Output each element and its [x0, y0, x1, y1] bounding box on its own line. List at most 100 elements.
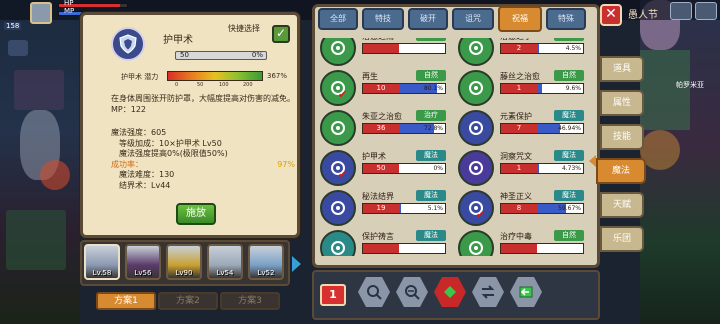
- search-button[interactable]: [358, 276, 390, 308]
- plan-tab-2[interactable]: 方案2: [158, 292, 218, 310]
- skill-name: 藤丝之治愈: [500, 72, 540, 81]
- skill-type-badge: 治疗: [416, 110, 446, 121]
- category-tab[interactable]: 特殊: [546, 8, 586, 30]
- skill-level-number: 50: [180, 51, 189, 59]
- category-tab[interactable]: 诅咒: [452, 8, 494, 30]
- skill-type-badge: 自然: [416, 70, 446, 81]
- skill-name: 秘法结界: [362, 192, 394, 201]
- skill-progress: 7 46.94%: [500, 123, 584, 134]
- skill-progress: 8 59.67%: [500, 203, 584, 214]
- skill-item[interactable]: ✔ 神圣正义 魔法 8 59.67%: [458, 190, 590, 232]
- skill-progress-fill: [537, 44, 540, 53]
- skill-type-badge: 魔法: [416, 230, 446, 241]
- player-avatar[interactable]: [30, 2, 52, 24]
- skill-percent: 0%: [433, 165, 443, 172]
- pinned-check-icon: ✔: [476, 208, 486, 221]
- skill-icon: [458, 110, 494, 146]
- sort-button[interactable]: 1: [320, 284, 346, 306]
- quick-select-checkbox[interactable]: ✓: [272, 25, 290, 43]
- skill-item[interactable]: 治愈之雨 治疗: [320, 38, 452, 72]
- skill-title: 护甲术: [163, 35, 193, 46]
- side-tab[interactable]: 天赋: [600, 192, 644, 218]
- party-member-level: Lv52: [257, 269, 275, 277]
- skill-item[interactable]: ✔ 再生 自然 10 80.1%: [320, 70, 452, 112]
- skill-percent: 9.6%: [565, 85, 581, 92]
- skill-icon: [320, 190, 356, 226]
- skill-icon: [458, 150, 494, 186]
- skill-item[interactable]: 治疗中毒 自然: [458, 230, 590, 256]
- skill-percent: 59.67%: [558, 205, 581, 212]
- skill-type-badge: 魔法: [554, 150, 584, 161]
- skill-name: 治疗中毒: [500, 232, 532, 241]
- category-tab[interactable]: 破开: [408, 8, 448, 30]
- filter-button[interactable]: [396, 276, 428, 308]
- skill-grid[interactable]: 治愈之雨治疗治愈之手治疗24.5%✔再生自然1080.1%藤丝之治愈自然19.6…: [320, 38, 594, 256]
- back-button[interactable]: [510, 276, 542, 308]
- settings-button[interactable]: [695, 2, 717, 20]
- swap-icon: [472, 276, 504, 308]
- skill-level: 50: [363, 164, 399, 173]
- skill-percent: 80.1%: [423, 85, 443, 92]
- party-member-slot[interactable]: Lv56: [125, 244, 161, 280]
- search-filter-icon: [396, 276, 428, 308]
- close-button[interactable]: ✕: [600, 4, 622, 26]
- search-magnifier-icon: [358, 276, 390, 308]
- success-rate-value: 97%: [277, 159, 295, 169]
- category-tab[interactable]: 全部: [318, 8, 358, 30]
- skill-type-badge: 魔法: [554, 110, 584, 121]
- potential-gauge: [167, 71, 263, 81]
- side-tab[interactable]: 魔法: [596, 158, 646, 184]
- skill-progress: [500, 243, 584, 254]
- skill-item[interactable]: 保护祷言 魔法: [320, 230, 452, 256]
- party-member-level: Lv90: [175, 269, 193, 277]
- shield-icon: [119, 34, 137, 54]
- skill-item[interactable]: 藤丝之治愈 自然 1 9.6%: [458, 70, 590, 112]
- skill-percent: 46.94%: [558, 125, 581, 132]
- gem-button[interactable]: [434, 276, 466, 308]
- menu-button[interactable]: [670, 2, 692, 20]
- armor-spell-icon: [111, 27, 145, 61]
- map-location-label: 帕罗米亚: [676, 81, 704, 89]
- party-next-arrow-icon[interactable]: [292, 256, 301, 272]
- active-side-arrow-icon: [589, 155, 596, 167]
- skill-progress-fill: [537, 124, 560, 133]
- cast-button[interactable]: 施放: [176, 203, 216, 225]
- plan-tab-1[interactable]: 方案1: [96, 292, 156, 310]
- stat-difficulty: 魔法难度：130: [119, 170, 175, 179]
- skill-item[interactable]: ✔ 护甲术 魔法 50 0%: [320, 150, 452, 192]
- skill-progress-fill: [537, 164, 540, 173]
- side-tab[interactable]: 属性: [600, 90, 644, 116]
- skill-progress: 19 5.1%: [362, 203, 446, 214]
- skill-name: 保护祷言: [362, 232, 394, 241]
- skill-icon: [320, 38, 356, 66]
- plan-tab-3[interactable]: 方案3: [220, 292, 280, 310]
- category-tab[interactable]: 祝福: [498, 6, 542, 32]
- skill-name: 洞察咒文: [500, 152, 532, 161]
- category-tab[interactable]: 特技: [362, 8, 404, 30]
- skill-item[interactable]: 元素保护 魔法 7 46.94%: [458, 110, 590, 152]
- party-member-slot[interactable]: Lv54: [207, 244, 243, 280]
- swap-button[interactable]: [472, 276, 504, 308]
- party-member-level: Lv.58: [92, 269, 112, 277]
- mp-label: MP: [64, 7, 75, 15]
- gem-icon: [434, 276, 466, 308]
- skill-level: 36: [363, 124, 399, 133]
- hud-counter: 158: [4, 22, 22, 30]
- side-tab[interactable]: 技能: [600, 124, 644, 150]
- stat-success-rate: 成功率： 97%: [111, 160, 295, 171]
- side-tab[interactable]: 乐团: [600, 226, 644, 252]
- skill-progress: 50 0%: [362, 163, 446, 174]
- skill-item[interactable]: 秘法结界 魔法 19 5.1%: [320, 190, 452, 232]
- skill-item[interactable]: 洞察咒文 魔法 1 4.73%: [458, 150, 590, 192]
- skill-level-progress: 0%: [251, 51, 263, 59]
- pinned-check-icon: ✔: [338, 88, 348, 101]
- side-tab[interactable]: 道具: [600, 56, 644, 82]
- skill-type-badge: 自然: [554, 70, 584, 81]
- party-member-slot[interactable]: Lv90: [166, 244, 202, 280]
- party-member-slot[interactable]: Lv.58: [84, 244, 120, 280]
- potential-tick: 50: [197, 82, 204, 88]
- party-member-slot[interactable]: Lv52: [248, 244, 284, 280]
- skill-name: 朱亚之治愈: [362, 112, 402, 121]
- skill-item[interactable]: 朱亚之治愈 治疗 36 72.8%: [320, 110, 452, 152]
- skill-item[interactable]: 治愈之手 治疗 2 4.5%: [458, 38, 590, 72]
